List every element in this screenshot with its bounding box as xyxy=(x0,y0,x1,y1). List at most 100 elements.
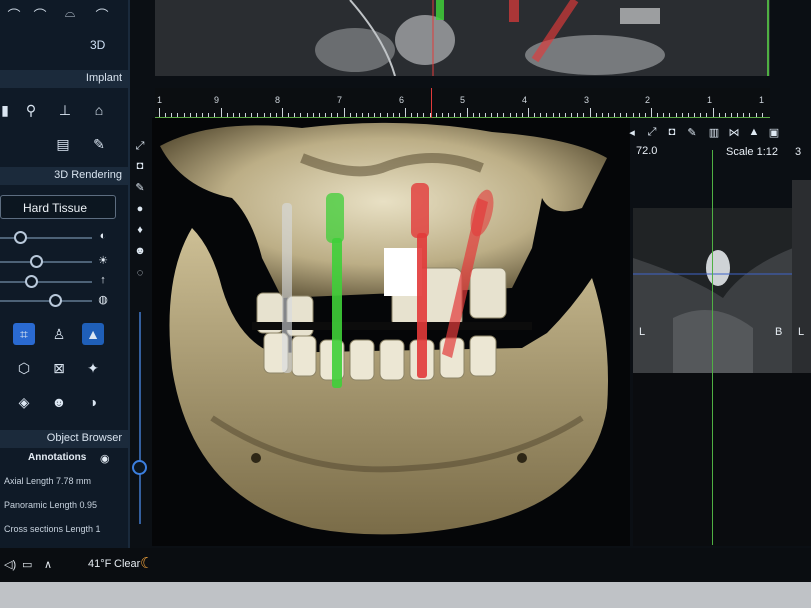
ruler-tick xyxy=(195,113,197,117)
slider-knob[interactable] xyxy=(25,275,39,288)
implant-tool-icon[interactable]: ▮ xyxy=(0,99,16,121)
lower-right-view[interactable] xyxy=(633,373,811,546)
ruler-tick xyxy=(423,113,425,117)
lock-icon[interactable]: ▣ xyxy=(767,126,781,140)
temperature-label[interactable]: 41°F xyxy=(88,558,111,570)
wrench-settings-icon[interactable]: ✎ xyxy=(88,133,110,155)
weather-label[interactable]: Clear xyxy=(114,558,140,570)
expand-icon[interactable]: ⤢ xyxy=(133,140,147,154)
orientation-icon[interactable]: ◌ xyxy=(133,267,147,281)
opacity-slider[interactable] xyxy=(0,294,92,307)
ruler-tick xyxy=(257,113,259,117)
ruler-tick xyxy=(478,113,480,117)
wrench-icon[interactable]: ✎ xyxy=(133,181,147,195)
partial-readout: 3 xyxy=(795,146,802,158)
ruler-tick xyxy=(177,113,179,117)
rendering-section-header[interactable]: 3D Rendering xyxy=(0,167,128,185)
annotation-row[interactable]: Panoramic Length 0.95 xyxy=(4,500,97,510)
view-mode-3d-label[interactable]: 3D xyxy=(90,38,105,52)
cube-icon[interactable]: ⬡ xyxy=(13,357,35,379)
panoramic-view[interactable] xyxy=(155,0,770,76)
ruler-tick xyxy=(466,108,468,117)
ruler-tick xyxy=(398,113,400,117)
ruler-tick xyxy=(208,113,210,117)
wrench-icon[interactable]: ✎ xyxy=(685,126,699,140)
ruler-tick xyxy=(724,113,726,117)
ruler-tick xyxy=(343,108,345,117)
ruler-tick xyxy=(607,113,609,117)
ruler-tick xyxy=(509,113,511,117)
ruler-tick xyxy=(392,113,394,117)
ruler-tick xyxy=(577,113,579,117)
tooth-icon[interactable]: ♦ xyxy=(133,224,147,238)
camera-icon[interactable]: ◘ xyxy=(665,126,679,140)
tooth-view-icon[interactable]: ⌒ xyxy=(92,5,112,23)
star-filter-icon[interactable]: ✦ xyxy=(82,357,104,379)
trash-icon[interactable]: ▥ xyxy=(707,126,721,140)
threshold-slider[interactable] xyxy=(0,275,92,288)
clip-box-icon[interactable]: ⊠ xyxy=(48,357,70,379)
annotation-row[interactable]: Cross sections Length 1 xyxy=(4,524,101,534)
triangle-icon[interactable]: ▲ xyxy=(747,126,761,140)
rendering-preset-select[interactable]: Hard Tissue xyxy=(0,195,116,219)
slider-knob[interactable] xyxy=(14,231,28,244)
play-icon[interactable]: ◂ xyxy=(625,126,639,140)
ruler-tick xyxy=(515,113,517,117)
secondary-cross-section[interactable]: L xyxy=(792,180,811,405)
landscape-icon[interactable]: ▲ xyxy=(82,323,104,345)
3d-render-view[interactable] xyxy=(152,118,630,546)
cross-section-view[interactable]: L B xyxy=(633,208,793,373)
vertical-clip-slider[interactable] xyxy=(132,312,147,524)
pdf-report-icon[interactable]: ▤ xyxy=(52,133,74,155)
nerve-icon[interactable]: ♙ xyxy=(48,323,70,345)
tooth-view-icon[interactable]: ⌒ xyxy=(30,5,50,23)
crown-icon[interactable]: ⌂ xyxy=(88,99,110,121)
tooth-view-icon[interactable]: ⌓ xyxy=(60,5,80,21)
display-icon[interactable]: ▭ xyxy=(22,558,32,571)
grid-render-icon[interactable]: ⌗ xyxy=(13,323,35,345)
ruler-tick xyxy=(232,113,234,117)
camera-icon[interactable]: ◘ xyxy=(133,160,147,174)
skull-icon[interactable]: ☻ xyxy=(48,391,70,413)
head-icon[interactable]: ● xyxy=(133,203,147,217)
contrast-slider[interactable] xyxy=(0,231,92,244)
annotations-group-label[interactable]: Annotations xyxy=(28,452,86,463)
ruler-tick xyxy=(238,113,240,117)
annotation-row[interactable]: Axial Length 7.78 mm xyxy=(4,476,91,486)
ruler-tick-label: 5 xyxy=(460,95,466,105)
slider-knob[interactable] xyxy=(132,460,147,475)
implant-screw-icon[interactable]: ⚲ xyxy=(20,99,42,121)
skull-view-icon[interactable]: ☻ xyxy=(133,245,147,259)
ruler-tick xyxy=(528,108,529,117)
monitor-bezel xyxy=(0,582,811,608)
tooth-view-icon[interactable]: ⌒ xyxy=(4,5,24,23)
ruler-tick xyxy=(306,113,308,117)
visibility-eye-icon[interactable]: ◉ xyxy=(100,452,110,465)
ruler-tick xyxy=(318,113,320,117)
ruler-tick xyxy=(743,113,745,117)
ruler-tick xyxy=(441,113,443,117)
expand-icon[interactable]: ⤢ xyxy=(645,126,659,140)
ruler-tick xyxy=(632,113,634,117)
ruler-tick xyxy=(638,113,640,117)
object-browser-header[interactable]: Object Browser xyxy=(0,430,128,448)
ruler-tick xyxy=(380,113,382,117)
implant-library-icon[interactable]: ⊥ xyxy=(54,99,76,121)
implant-section-header[interactable]: Implant xyxy=(0,70,128,88)
volume-icon[interactable]: ◁) xyxy=(4,558,16,571)
ruler-tick xyxy=(275,113,277,117)
ruler-tick xyxy=(454,113,456,117)
cast-icon[interactable]: ◈ xyxy=(13,391,35,413)
slice-position-line[interactable] xyxy=(712,150,713,545)
chevron-up-icon[interactable]: ∧ xyxy=(44,558,52,571)
brightness-slider[interactable] xyxy=(0,255,92,268)
ruler-tick xyxy=(263,113,265,117)
split-view-icon[interactable]: ◑ xyxy=(82,391,104,413)
weather-moon-icon[interactable]: ☾ xyxy=(140,554,153,572)
ruler-tick xyxy=(564,113,566,117)
ruler-tick xyxy=(226,113,228,117)
ruler-tick xyxy=(626,113,628,117)
slider-knob[interactable] xyxy=(48,294,62,307)
flip-icon[interactable]: ⋈ xyxy=(727,126,741,140)
slider-knob[interactable] xyxy=(30,255,44,268)
